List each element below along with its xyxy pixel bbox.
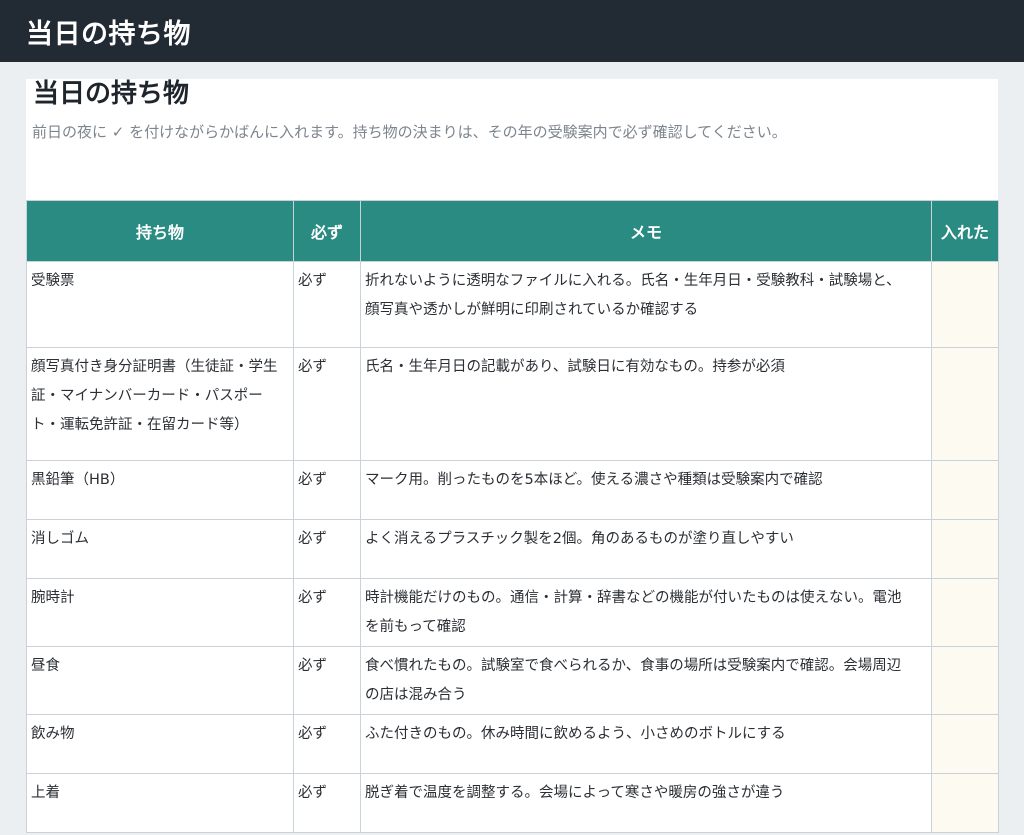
column-header-checked: 入れた (931, 200, 999, 262)
sheet-header: 当日の持ち物 前日の夜に ✓ を付けながらかばんに入れます。持ち物の決まりは、そ… (26, 79, 998, 200)
memo-cell[interactable]: ふた付きのもの。休み時間に飲めるよう、小さめのボトルにする (360, 714, 932, 774)
checked-cell[interactable] (931, 773, 999, 833)
table-header-row: 持ち物 必ず メモ 入れた (26, 200, 999, 262)
required-cell[interactable]: 必ず (293, 714, 361, 774)
item-cell[interactable]: 顔写真付き身分証明書（生徒証・学生証・マイナンバーカード・パスポート・運転免許証… (26, 347, 294, 461)
item-cell[interactable]: 受験票 (26, 261, 294, 348)
table-row: 上着 必ず 脱ぎ着で温度を調整する。会場によって寒さや暖房の強さが違う (26, 773, 999, 833)
checked-cell[interactable] (931, 714, 999, 774)
required-cell[interactable]: 必ず (293, 578, 361, 647)
item-cell[interactable]: 飲み物 (26, 714, 294, 774)
item-cell[interactable]: 上着 (26, 773, 294, 833)
memo-cell[interactable]: 脱ぎ着で温度を調整する。会場によって寒さや暖房の強さが違う (360, 773, 932, 833)
checklist-table: 持ち物 必ず メモ 入れた 受験票 必ず 折れないように透明なファイルに入れる。… (26, 200, 999, 833)
checked-cell[interactable] (931, 519, 999, 579)
item-cell[interactable]: 黒鉛筆（HB） (26, 460, 294, 520)
memo-cell[interactable]: マーク用。削ったものを5本ほど。使える濃さや種類は受験案内で確認 (360, 460, 932, 520)
required-cell[interactable]: 必ず (293, 519, 361, 579)
table-row: 昼食 必ず 食べ慣れたもの。試験室で食べられるか、食事の場所は受験案内で確認。会… (26, 646, 999, 715)
app-title: 当日の持ち物 (26, 18, 191, 50)
column-header-memo: メモ (360, 200, 932, 262)
checked-cell[interactable] (931, 261, 999, 348)
table-row: 顔写真付き身分証明書（生徒証・学生証・マイナンバーカード・パスポート・運転免許証… (26, 347, 999, 461)
sheet-description: 前日の夜に ✓ を付けながらかばんに入れます。持ち物の決まりは、その年の受験案内… (32, 123, 787, 141)
item-cell[interactable]: 消しゴム (26, 519, 294, 579)
top-bar: 当日の持ち物 (0, 0, 1024, 62)
table-row: 受験票 必ず 折れないように透明なファイルに入れる。氏名・生年月日・受験教科・試… (26, 261, 999, 348)
required-cell[interactable]: 必ず (293, 261, 361, 348)
memo-cell[interactable]: 食べ慣れたもの。試験室で食べられるか、食事の場所は受験案内で確認。会場周辺の店は… (360, 646, 932, 715)
item-cell[interactable]: 腕時計 (26, 578, 294, 647)
table-row: 腕時計 必ず 時計機能だけのもの。通信・計算・辞書などの機能が付いたものは使えな… (26, 578, 999, 647)
required-cell[interactable]: 必ず (293, 773, 361, 833)
checked-cell[interactable] (931, 646, 999, 715)
table-row: 消しゴム 必ず よく消えるプラスチック製を2個。角のあるものが塗り直しやすい (26, 519, 999, 579)
memo-cell[interactable]: 時計機能だけのもの。通信・計算・辞書などの機能が付いたものは使えない。電池を前も… (360, 578, 932, 647)
item-cell[interactable]: 昼食 (26, 646, 294, 715)
memo-cell[interactable]: 折れないように透明なファイルに入れる。氏名・生年月日・受験教科・試験場と、顔写真… (360, 261, 932, 348)
memo-cell[interactable]: 氏名・生年月日の記載があり、試験日に有効なもの。持参が必須 (360, 347, 932, 461)
column-header-item: 持ち物 (26, 200, 294, 262)
checked-cell[interactable] (931, 578, 999, 647)
required-cell[interactable]: 必ず (293, 646, 361, 715)
required-cell[interactable]: 必ず (293, 347, 361, 461)
checked-cell[interactable] (931, 347, 999, 461)
required-cell[interactable]: 必ず (293, 460, 361, 520)
table-row: 飲み物 必ず ふた付きのもの。休み時間に飲めるよう、小さめのボトルにする (26, 714, 999, 774)
table-row: 黒鉛筆（HB） 必ず マーク用。削ったものを5本ほど。使える濃さや種類は受験案内… (26, 460, 999, 520)
sheet-title: 当日の持ち物 (33, 79, 190, 109)
checked-cell[interactable] (931, 460, 999, 520)
column-header-required: 必ず (293, 200, 361, 262)
memo-cell[interactable]: よく消えるプラスチック製を2個。角のあるものが塗り直しやすい (360, 519, 932, 579)
